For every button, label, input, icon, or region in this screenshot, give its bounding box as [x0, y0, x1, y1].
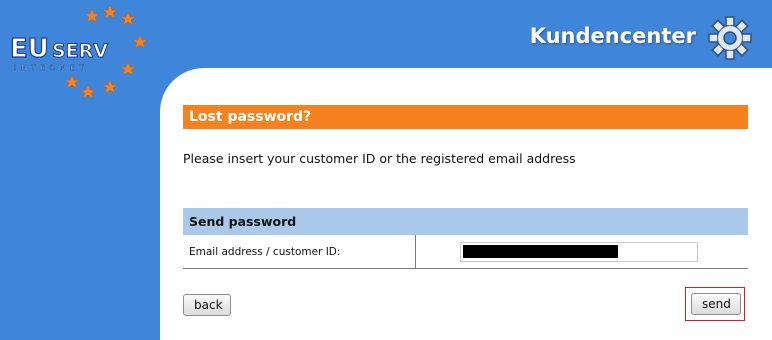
email-customer-id-input[interactable]	[460, 241, 698, 262]
back-button[interactable]: back	[183, 294, 231, 316]
main-content-panel: Lost password? Please insert your custom…	[160, 68, 772, 340]
email-field-cell	[415, 235, 748, 269]
svg-text:EU: EU	[10, 34, 49, 64]
send-button[interactable]: send	[691, 293, 741, 315]
redacted-value	[463, 244, 618, 258]
intro-text: Please insert your customer ID or the re…	[183, 151, 576, 166]
section-title: Lost password?	[183, 105, 748, 129]
send-button-highlight: send	[685, 287, 745, 321]
email-field-label: Email address / customer ID:	[183, 235, 416, 269]
svg-text:INTERNET: INTERNET	[14, 64, 89, 72]
form-row: Email address / customer ID:	[183, 235, 748, 269]
svg-text:SERV: SERV	[52, 40, 108, 62]
euserv-logo: EU SERV INTERNET	[0, 0, 160, 110]
gear-icon	[706, 14, 754, 62]
page-header-title: Kundencenter	[529, 24, 696, 48]
form-header: Send password	[183, 208, 748, 235]
euserv-logo-graphic: EU SERV INTERNET	[9, 4, 148, 99]
send-password-form: Send password Email address / customer I…	[183, 208, 748, 269]
